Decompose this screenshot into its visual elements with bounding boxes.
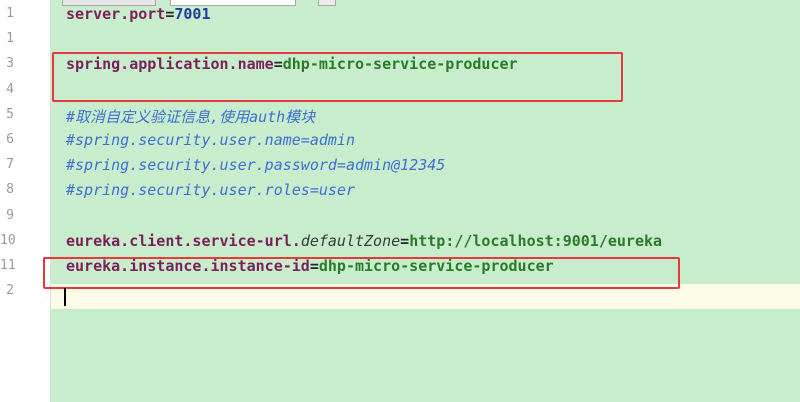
line-code[interactable]: server.port=7001 [66,5,211,23]
line-code[interactable]: #取消自定义验证信息,使用auth模块 [66,106,315,127]
line-number: 11 [0,258,16,273]
code-token: = [400,231,410,250]
line-number: 1 [6,6,14,21]
code-token: #spring.security.user.roles=user [66,181,355,200]
line-number: 8 [6,182,14,198]
code-token: defaultZone [300,231,401,250]
line-number: 4 [6,81,14,97]
code-line[interactable]: 5 #取消自定义验证信息,使用auth模块 [0,101,800,126]
code-line[interactable]: 7 #spring.security.user.password=admin@12… [0,151,800,176]
code-token: http://localhost:9001/eureka [409,231,663,250]
line-number: 7 [6,157,14,173]
code-token: 7001 [174,5,211,23]
line-number: 1 [6,31,14,47]
line-code[interactable]: #spring.security.user.name=admin [66,131,355,149]
instance-id-highlight-box [43,257,680,289]
line-number: 10 [0,232,16,248]
code-token: eureka.client.service-url. [66,231,301,250]
application-name-highlight-box [52,52,623,102]
code-token: #spring.security.user.password=admin@123… [66,156,446,175]
line-number: 2 [6,283,14,299]
code-line[interactable]: 1 server.port=7001 [0,0,800,25]
line-number: 6 [6,132,14,147]
text-cursor [64,288,66,306]
code-token: #取消自定义验证信息,使用auth模块 [66,107,316,126]
line-code[interactable]: eureka.client.service-url.defaultZone=ht… [66,232,662,250]
line-number: 5 [6,106,14,122]
line-code[interactable]: #spring.security.user.password=admin@123… [66,156,445,174]
code-line[interactable]: 8 #spring.security.user.roles=user [0,176,800,201]
code-token: #spring.security.user.name=admin [66,131,355,149]
code-line[interactable]: 10 eureka.client.service-url.defaultZone=… [0,227,800,252]
code-line[interactable]: 9 [0,202,800,227]
line-number: 3 [6,56,14,72]
properties-editor[interactable]: 1 server.port=7001 1 3 spring.application.na… [0,0,800,402]
line-number: 9 [6,207,14,223]
code-token: server.port [66,5,166,23]
code-line[interactable]: 1 [0,25,800,50]
line-code[interactable]: #spring.security.user.roles=user [66,181,355,199]
code-line[interactable]: 6 #spring.security.user.name=admin [0,126,800,151]
